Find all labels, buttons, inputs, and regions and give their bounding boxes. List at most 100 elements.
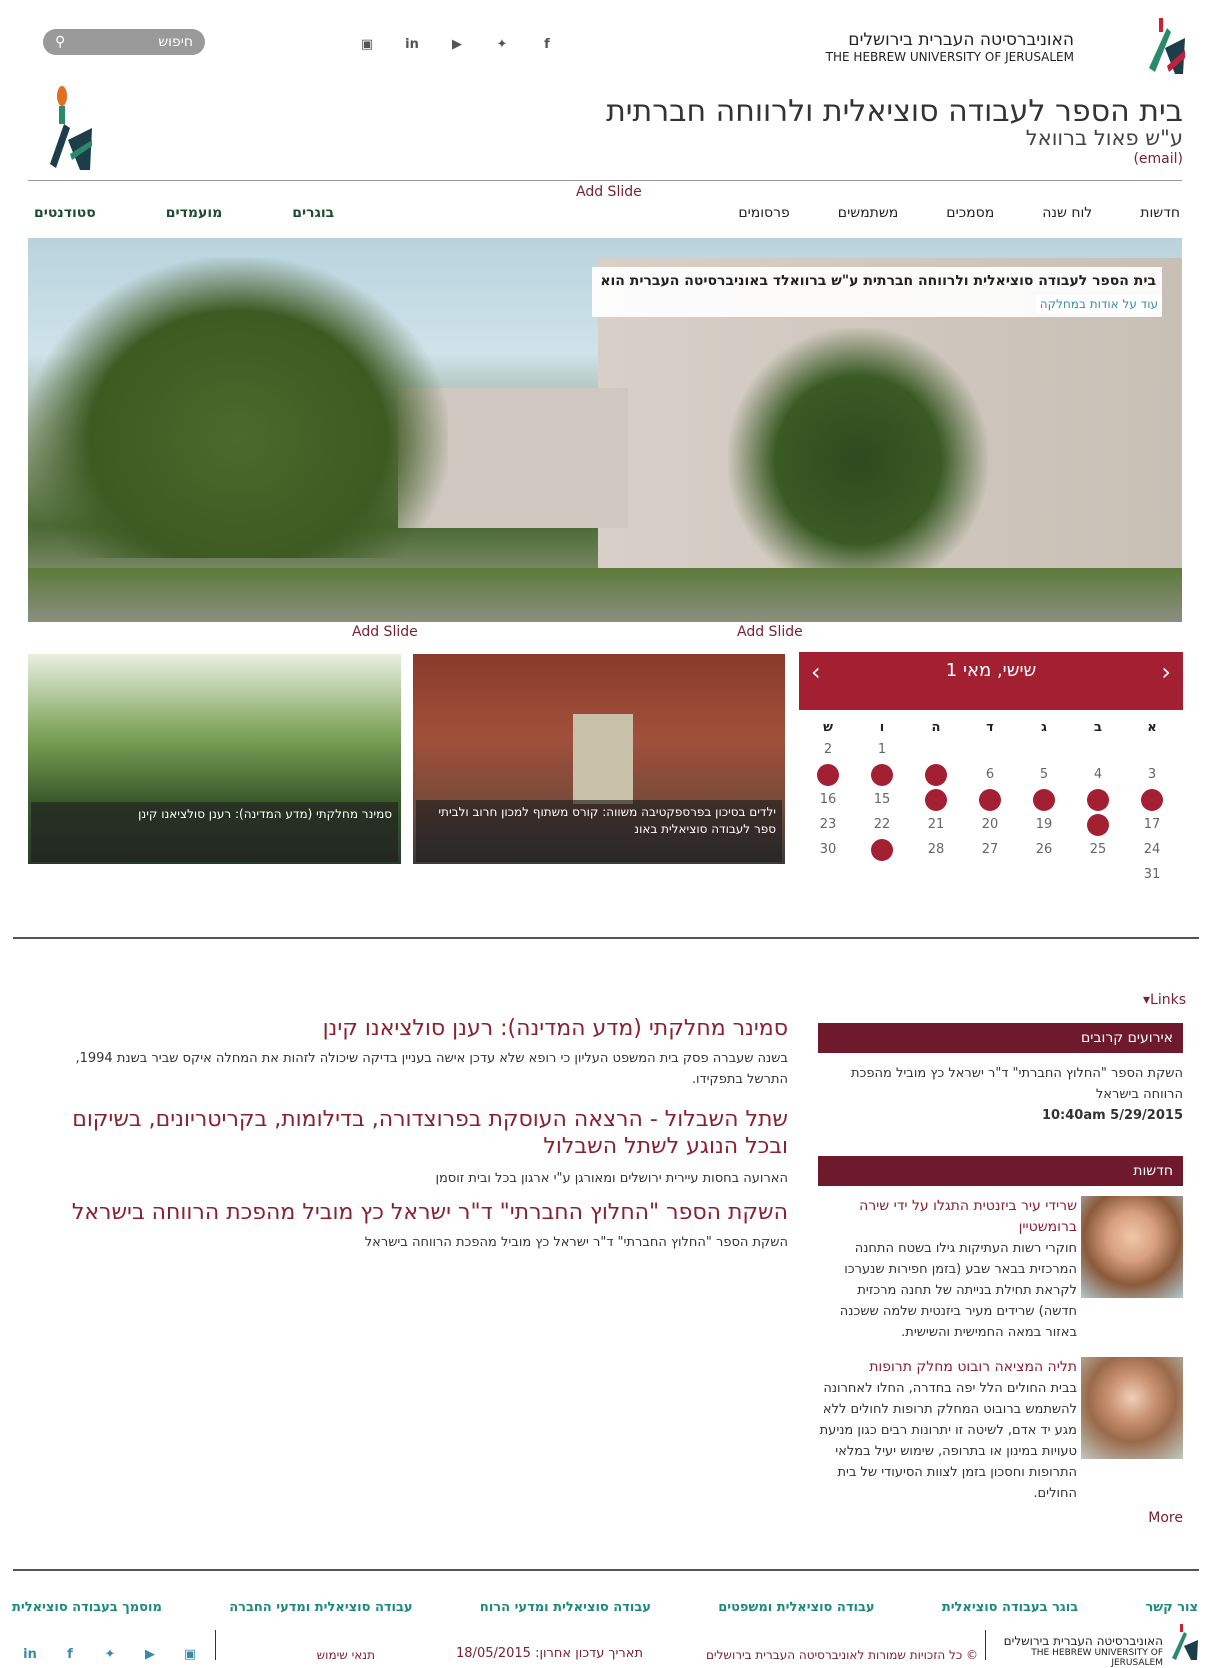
calendar-day[interactable]: 25 [1075, 838, 1121, 862]
footer-link[interactable]: עבודה סוציאלית ומדעי הרוח [480, 1600, 651, 1615]
tree-left [28, 258, 448, 558]
footer-uni-he: האוניברסיטה העברית בירושלים [1003, 1634, 1163, 1648]
calendar-day[interactable]: 22 [859, 813, 905, 837]
terms-link[interactable]: תנאי שימוש [317, 1648, 375, 1662]
weekday-label: ו [879, 720, 885, 735]
article-title[interactable]: סמינר מחלקתי (מדע המדינה): רענן סולציאנו… [32, 1015, 788, 1042]
events-heading: אירועים קרובים [818, 1023, 1183, 1053]
calendar-day[interactable]: 23 [805, 813, 851, 837]
calendar-day[interactable]: 21 [913, 813, 959, 837]
news-title[interactable]: תליה המציאה רובוט מחלק תרופות [819, 1357, 1077, 1378]
weekday-label: ב [1094, 720, 1102, 735]
footer-logo[interactable] [1170, 1622, 1200, 1660]
calendar-day-event[interactable]: 7 [913, 763, 959, 787]
instagram-icon[interactable]: ▣ [357, 34, 377, 54]
weekday-label: ג [1041, 720, 1047, 735]
calendar-day[interactable]: 6 [967, 763, 1013, 787]
caret-down-icon: ▾ [1143, 992, 1151, 1008]
calendar-day[interactable]: 24 [1129, 838, 1175, 862]
calendar-day-event[interactable]: 29 [859, 838, 905, 862]
university-logo-icon [1149, 18, 1185, 74]
nav-candidates[interactable]: מועמדים [166, 205, 223, 221]
article-body: בשנה שעברה פסק בית המשפט העליון כי רופא … [75, 1051, 788, 1087]
calendar-day[interactable]: 5 [1021, 763, 1067, 787]
news-title[interactable]: שרידי עיר ביזנטית התגלו על ידי שירה ברומ… [819, 1196, 1077, 1238]
facebook-icon[interactable]: f [537, 34, 557, 54]
add-slide-link-3[interactable]: Add Slide [737, 624, 803, 640]
lawn [28, 568, 1182, 622]
calendar-day[interactable]: 19 [1021, 813, 1067, 837]
twitter-icon[interactable]: ✦ [100, 1644, 120, 1664]
calendar-next-icon[interactable]: › [1161, 658, 1171, 686]
footer-link[interactable]: מוסמך בעבודה סוציאלית [12, 1600, 162, 1615]
calendar-day[interactable]: 1 [859, 738, 905, 762]
nav-users[interactable]: משתמשים [838, 205, 898, 221]
facebook-icon[interactable]: f [60, 1644, 80, 1664]
tree-right [728, 328, 988, 568]
calendar-day-event[interactable]: 9 [805, 763, 851, 787]
linkedin-icon[interactable]: in [20, 1644, 40, 1664]
calendar-day-event[interactable]: 13 [967, 788, 1013, 812]
school-logo[interactable] [48, 84, 96, 170]
university-logo[interactable] [1145, 8, 1187, 74]
calendar-day-event[interactable]: 10 [1129, 788, 1175, 812]
news-thumb[interactable] [1081, 1357, 1183, 1459]
youtube-icon[interactable]: ▶ [140, 1644, 160, 1664]
news-thumb[interactable] [1081, 1196, 1183, 1298]
article-body: השקת הספר "החלוץ החברתי" ד"ר ישראל כץ מו… [364, 1235, 788, 1250]
linkedin-icon[interactable]: in [402, 34, 422, 54]
article-title[interactable]: השקת הספר "החלוץ החברתי" ד"ר ישראל כץ מו… [32, 1199, 788, 1226]
calendar-day-event[interactable]: 11 [1075, 788, 1121, 812]
calendar-day[interactable]: 16 [805, 788, 851, 812]
hero-slide-image[interactable]: בית הספר לעבודה סוציאלית ולרווחה חברתית … [28, 238, 1182, 622]
social-links: ▣ in ▶ ✦ f [357, 34, 557, 54]
instagram-icon[interactable]: ▣ [180, 1644, 200, 1664]
slide-card-children[interactable]: ילדים בסיכון בפרספקטיבה משווה: קורס משתו… [413, 654, 785, 864]
nav-documents[interactable]: מסמכים [946, 205, 994, 221]
calendar-day[interactable]: 2 [805, 738, 851, 762]
footer-link[interactable]: עבודה סוציאלית ומדעי החברה [229, 1600, 412, 1615]
calendar-day[interactable]: 30 [805, 838, 851, 862]
hero-more-link[interactable]: עוד על אודות במחלקה [1035, 295, 1162, 313]
slide-card-seminar[interactable]: סמינר מחלקתי (מדע המדינה): רענן סולציאנו… [28, 654, 401, 864]
youtube-icon[interactable]: ▶ [447, 34, 467, 54]
nav-news[interactable]: חדשות [1140, 205, 1180, 221]
main-nav-right: חדשות לוח שנה מסמכים משתמשים פרסומים [738, 205, 1180, 221]
footer-uni-en: THE HEBREW UNIVERSITY OF JERUSALEM [1031, 1648, 1163, 1668]
footer-link[interactable]: עבודה סוציאלית ומשפטים [718, 1600, 874, 1615]
footer-vdivider [985, 1630, 986, 1660]
calendar-day[interactable]: 20 [967, 813, 1013, 837]
calendar-day[interactable]: 27 [967, 838, 1013, 862]
add-slide-link[interactable]: Add Slide [576, 184, 642, 200]
search-input[interactable]: חיפוש [158, 34, 193, 50]
calendar-day-event[interactable]: 12 [1021, 788, 1067, 812]
search-box[interactable]: ⚲ חיפוש [43, 29, 205, 55]
calendar-day[interactable]: 15 [859, 788, 905, 812]
search-icon[interactable]: ⚲ [55, 34, 65, 50]
articles-list: סמינר מחלקתי (מדע המדינה): רענן סולציאנו… [32, 1015, 788, 1253]
nav-students[interactable]: סטודנטים [34, 205, 96, 221]
slide-caption-children: ילדים בסיכון בפרספקטיבה משווה: קורס משתו… [416, 800, 782, 862]
email-link[interactable]: (email) [1133, 151, 1183, 167]
calendar-day-event[interactable]: 18 [1075, 813, 1121, 837]
more-link[interactable]: More [818, 1508, 1183, 1529]
calendar-day[interactable]: 31 [1129, 863, 1175, 887]
calendar-day[interactable]: 4 [1075, 763, 1121, 787]
event-text[interactable]: השקת הספר "החלוץ החברתי" ד"ר ישראל כץ מו… [818, 1063, 1183, 1105]
calendar-day[interactable]: 26 [1021, 838, 1067, 862]
links-toggle[interactable]: ▾Links [1143, 992, 1186, 1008]
nav-alumni[interactable]: בוגרים [292, 205, 334, 221]
twitter-icon[interactable]: ✦ [492, 34, 512, 54]
calendar-day[interactable]: 3 [1129, 763, 1175, 787]
calendar-day-event[interactable]: 14 [913, 788, 959, 812]
add-slide-link-2[interactable]: Add Slide [352, 624, 418, 640]
weekday-label: ה [931, 720, 941, 735]
footer-link[interactable]: בוגר בעבודה סוציאלית [942, 1600, 1078, 1615]
footer-link[interactable]: צור קשר [1145, 1600, 1198, 1615]
nav-publications[interactable]: פרסומים [738, 205, 789, 221]
nav-calendar[interactable]: לוח שנה [1042, 205, 1092, 221]
calendar-day-event[interactable]: 8 [859, 763, 905, 787]
article-title[interactable]: שתל השבלול - הרצאה העוסקת בפרוצדורה, בדי… [32, 1106, 788, 1160]
calendar-day[interactable]: 17 [1129, 813, 1175, 837]
calendar-day[interactable]: 28 [913, 838, 959, 862]
